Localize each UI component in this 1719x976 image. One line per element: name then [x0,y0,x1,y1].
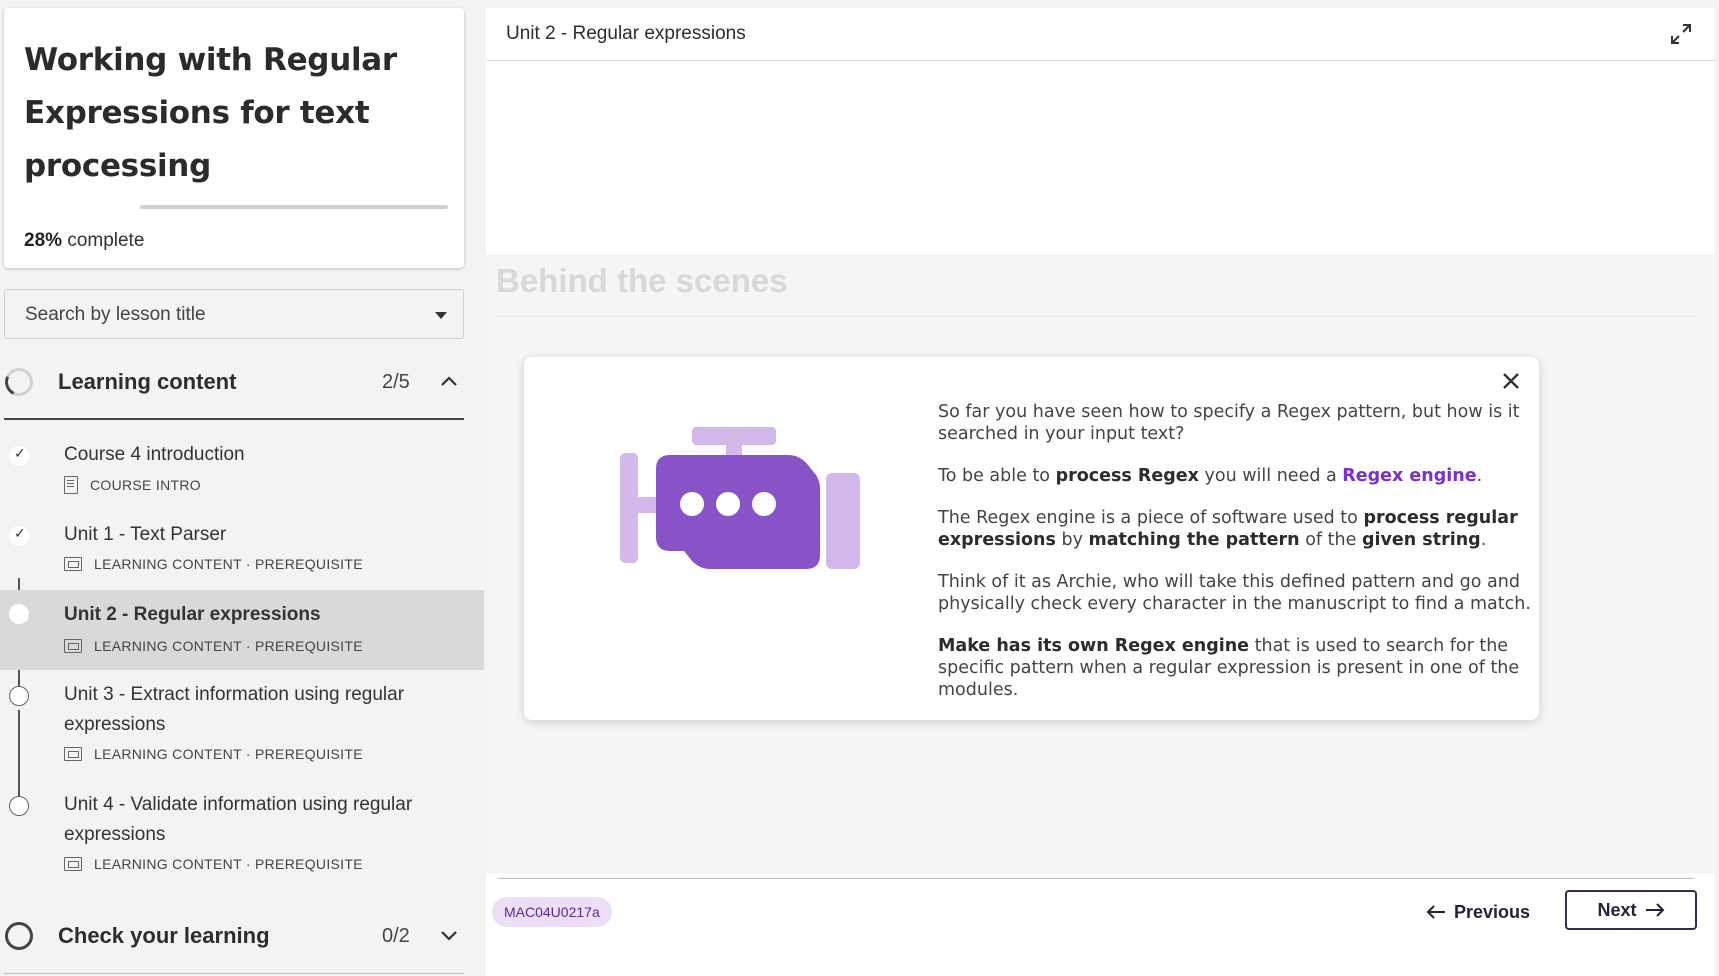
document-icon [64,476,78,494]
popup-paragraph-1: So far you have seen how to specify a Re… [938,402,1520,444]
lesson-item[interactable]: Unit 1 - Text Parser LEARNING CONTENT · … [0,510,484,584]
section-learning-content[interactable]: Learning content 2/5 [0,352,464,412]
chevron-down-icon[interactable] [438,924,460,946]
section-title: Learning content [58,369,237,394]
lesson-item[interactable]: Unit 3 - Extract information using regul… [0,676,484,782]
lesson-item[interactable]: Course 4 introduction COURSE INTRO [0,430,484,504]
close-icon[interactable] [1499,369,1523,393]
section-title: Check your learning [58,923,270,948]
slides-icon [64,557,82,571]
progress-text: 28% complete [24,230,144,252]
progress-percent: 28% [24,230,63,251]
next-label: Next [1597,899,1637,920]
course-card: Working with Regular Expressions for tex… [4,8,464,268]
lesson-meta-text: LEARNING CONTENT · PREREQUISITE [94,856,363,872]
incomplete-circle-icon [9,686,29,706]
lesson-meta: LEARNING CONTENT · PREREQUISITE [64,856,363,872]
arrow-right-icon [1645,903,1664,917]
section-check-your-learning[interactable]: Check your learning 0/2 [0,906,464,966]
lesson-meta-text: LEARNING CONTENT · PREREQUISITE [94,638,363,654]
arrow-left-icon [1426,905,1445,919]
current-lesson-dot-icon [9,604,29,624]
lesson-code-badge: MAC04U0217a [492,897,612,927]
popup-paragraph-2: To be able to process Regex you will nee… [938,466,1483,486]
regex-engine-robot-icon [620,427,860,569]
sidebar: Working with Regular Expressions for tex… [0,0,484,976]
expand-fullscreen-icon[interactable] [1669,22,1693,46]
lesson-meta-text: LEARNING CONTENT · PREREQUISITE [94,746,363,762]
lesson-title: Course 4 introduction [64,444,245,465]
viewer-title: Unit 2 - Regular expressions [506,23,746,44]
section-divider [4,418,464,420]
lesson-viewer: Unit 2 - Regular expressions Behind the … [486,8,1715,976]
previous-button[interactable]: Previous [1426,896,1530,928]
caret-down-icon [435,312,447,319]
previous-label: Previous [1454,902,1531,922]
section-heading: Behind the scenes [496,262,788,299]
lesson-title: Unit 2 - Regular expressions [64,604,321,625]
viewer-header: Unit 2 - Regular expressions [486,8,1715,61]
lesson-meta-text: LEARNING CONTENT · PREREQUISITE [94,556,363,572]
lesson-search-select[interactable]: Search by lesson title [4,289,464,339]
completed-check-icon [9,526,29,546]
lesson-title: Unit 4 - Validate information using regu… [64,794,413,845]
section-count: 0/2 [382,925,410,947]
slides-icon [64,639,82,653]
popup-paragraph-4: Think of it as Archie, who will take thi… [938,572,1531,614]
progress-bar [140,205,448,209]
heading-divider [496,316,1696,317]
lesson-item[interactable]: Unit 4 - Validate information using regu… [0,786,484,892]
search-placeholder: Search by lesson title [25,304,206,325]
popup-paragraph-5: Make has its own Regex engine that is us… [938,636,1520,700]
section-divider [4,973,464,974]
popup-body: So far you have seen how to specify a Re… [938,401,1538,721]
slides-icon [64,747,82,761]
lesson-title: Unit 1 - Text Parser [64,524,227,545]
lesson-meta: COURSE INTRO [64,476,201,494]
lesson-meta: LEARNING CONTENT · PREREQUISITE [64,556,363,572]
footer-divider [498,878,1694,879]
lesson-item-current[interactable]: Unit 2 - Regular expressions LEARNING CO… [0,590,484,670]
progress-label: complete [67,230,145,251]
incomplete-circle-icon [9,796,29,816]
slides-icon [64,857,82,871]
section-count: 2/5 [382,371,410,393]
lesson-meta-text: COURSE INTRO [90,477,201,493]
completed-check-icon [9,446,29,466]
section-progress-ring-icon [5,922,33,950]
next-button[interactable]: Next [1565,890,1697,930]
lesson-meta: LEARNING CONTENT · PREREQUISITE [64,638,363,654]
info-popup: So far you have seen how to specify a Re… [524,357,1539,720]
chevron-up-icon[interactable] [438,370,460,392]
lesson-meta: LEARNING CONTENT · PREREQUISITE [64,746,363,762]
section-progress-ring-icon [1,364,37,400]
regex-engine-link[interactable]: Regex engine [1342,466,1476,486]
popup-paragraph-3: The Regex engine is a piece of software … [938,508,1518,550]
course-title: Working with Regular Expressions for tex… [24,42,397,184]
lesson-title: Unit 3 - Extract information using regul… [64,684,405,735]
